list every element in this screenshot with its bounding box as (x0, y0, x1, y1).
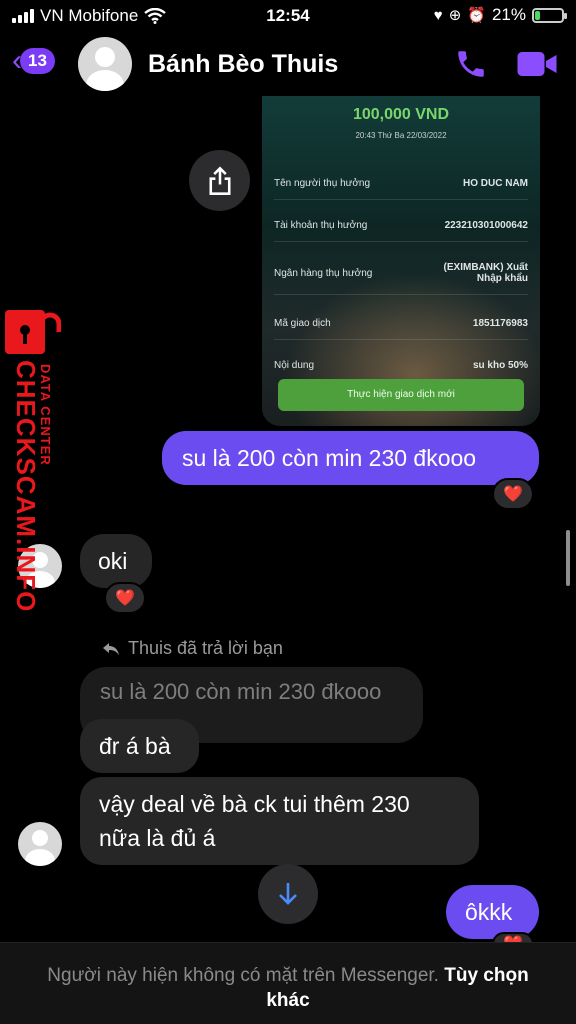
receipt-value: 223210301000642 (444, 220, 528, 231)
battery-icon (532, 7, 567, 23)
scrollbar[interactable] (566, 530, 570, 586)
lock-icon (5, 310, 61, 354)
message-line: vậy deal về bà ck tui thêm 230 (99, 791, 410, 817)
transfer-receipt-image[interactable]: 100,000 VND 20:43 Thứ Ba 22/03/2022 Tên … (262, 96, 540, 426)
share-icon (209, 166, 230, 195)
message-line: nữa là đủ á (99, 825, 216, 851)
video-call-icon[interactable] (516, 47, 558, 81)
reply-indicator: Thuis đã trả lời bạn (102, 638, 283, 659)
contact-avatar[interactable] (78, 37, 132, 91)
battery-percent: 21% (491, 5, 526, 24)
watermark-subtext: DATA CENTER (38, 364, 53, 466)
contact-name[interactable]: Bánh Bèo Thuis (148, 50, 338, 79)
receipt-row: Tên người thụ hưởng HO DUC NAM (274, 178, 528, 200)
back-button[interactable]: ‹ 13 (12, 46, 55, 76)
status-bar: VN Mobifone 12:54 ♥ ⊕ ⏰ 21% (0, 0, 576, 32)
unread-count-badge: 13 (20, 48, 55, 74)
receipt-row: Ngân hàng thụ hưởng (EXIMBANK) Xuất Nhập… (274, 262, 528, 295)
receipt-label: Nội dung (274, 360, 315, 371)
scroll-to-bottom-button[interactable] (258, 864, 318, 924)
incoming-message[interactable]: đr á bà (80, 719, 199, 773)
receipt-value: su kho 50% (472, 360, 528, 371)
unavailable-note: Người này hiện không có mặt trên Messeng… (47, 965, 439, 986)
receipt-value: HO DUC NAM (463, 178, 528, 189)
chat-header: ‹ 13 Bánh Bèo Thuis (0, 32, 576, 96)
heart-status-icon: ♥ (433, 6, 443, 24)
receipt-row: Mã giao dịch 1851176983 (274, 318, 528, 340)
arrow-down-icon (279, 883, 297, 905)
receipt-row: Nội dung su kho 50% (274, 360, 528, 381)
alarm-icon: ⏰ (467, 7, 486, 24)
outgoing-message[interactable]: ôkkk (446, 885, 539, 939)
reply-indicator-label: Thuis đã trả lời bạn (128, 638, 283, 658)
incoming-message[interactable]: oki (80, 534, 152, 588)
new-transaction-button: Thực hiện giao dịch mới (278, 379, 524, 411)
heart-reaction[interactable]: ❤️ (492, 478, 534, 510)
contact-avatar-small[interactable] (18, 822, 62, 866)
phone-icon[interactable] (454, 47, 488, 81)
unavailable-footer: Người này hiện không có mặt trên Messeng… (0, 942, 576, 1024)
receipt-label: Ngân hàng thụ hưởng (274, 267, 373, 279)
receipt-label: Tài khoản thụ hưởng (274, 220, 368, 231)
orientation-lock-icon: ⊕ (448, 7, 462, 24)
checkscam-watermark: CHECKSCAM.INFO DATA CENTER (0, 310, 70, 612)
outgoing-message[interactable]: su là 200 còn min 230 đkooo (162, 431, 539, 485)
receipt-datetime: 20:43 Thứ Ba 22/03/2022 (355, 131, 447, 140)
reply-icon (103, 642, 119, 655)
incoming-message[interactable]: vậy deal về bà ck tui thêm 230 nữa là đủ… (80, 777, 479, 865)
receipt-value: 1851176983 (472, 318, 528, 329)
watermark-text: CHECKSCAM.INFO (11, 360, 41, 613)
receipt-row: Tài khoản thụ hưởng 223210301000642 (274, 220, 528, 242)
receipt-label: Mã giao dịch (274, 318, 331, 329)
receipt-label: Tên người thụ hưởng (274, 178, 371, 189)
receipt-value: (EXIMBANK) Xuất Nhập khẩu (443, 262, 528, 284)
share-button[interactable] (189, 150, 250, 211)
heart-reaction[interactable]: ❤️ (104, 582, 146, 614)
receipt-amount: 100,000 VND (352, 106, 450, 123)
